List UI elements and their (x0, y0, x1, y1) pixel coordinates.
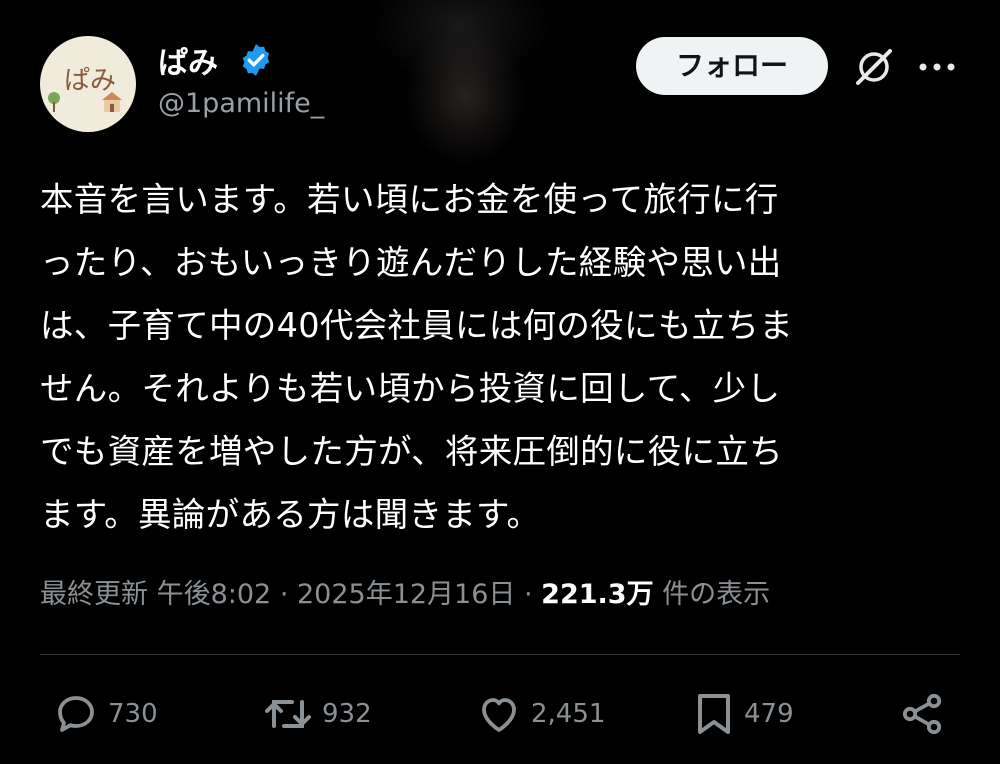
like-button[interactable]: 2,451 (475, 690, 605, 738)
repost-icon (265, 700, 311, 728)
tweet-line: は、子育て中の40代会社員には何の役にも立ちま (40, 306, 794, 345)
follow-button[interactable]: フォロー (636, 37, 828, 95)
reply-icon (58, 696, 94, 732)
divider (40, 654, 960, 655)
tweet-metadata: 最終更新 午後8:02 · 2025年12月16日 · 221.3万 件の表示 (40, 572, 770, 611)
tweet-date[interactable]: 2025年12月16日 (297, 579, 515, 610)
avatar-illustration-icon (48, 92, 122, 112)
tweet-line: ったり、おもいっきり遊んだりした経験や思い出 (40, 243, 782, 282)
verified-badge-icon (242, 44, 270, 76)
tweet-line: ます。異論がある方は聞きます。 (40, 495, 541, 534)
bookmark-button[interactable]: 479 (692, 690, 794, 738)
avatar[interactable]: ぱみ (40, 36, 136, 132)
user-handle[interactable]: @1pamilife_ (158, 88, 324, 119)
views-count[interactable]: 221.3万 (541, 579, 653, 610)
like-count: 2,451 (531, 699, 606, 729)
tweet-text: 本音を言います。若い頃にお金を使って旅行に行 ったり、おもいっきり遊んだりした経… (40, 168, 960, 546)
repost-button[interactable]: 932 (262, 690, 372, 738)
bookmark-count: 479 (744, 699, 794, 729)
display-name[interactable]: ぱみ (158, 38, 218, 82)
tweet-time[interactable]: 午後8:02 (157, 579, 272, 610)
views-suffix: 件の表示 (653, 579, 771, 610)
more-options-icon[interactable] (918, 62, 956, 72)
separator: · (515, 579, 542, 610)
heart-icon (482, 698, 516, 732)
separator: · (271, 579, 297, 610)
reply-count: 730 (108, 699, 158, 729)
share-icon (902, 693, 942, 735)
share-button[interactable] (898, 690, 946, 738)
tweet-line: 本音を言います。若い頃にお金を使って旅行に行 (40, 180, 779, 219)
reply-button[interactable]: 730 (52, 690, 158, 738)
tweet-line: せん。それよりも若い頃から投資に回して、少し (40, 369, 781, 408)
bookmark-icon (698, 694, 730, 734)
background-portrait (360, 0, 560, 190)
grok-icon[interactable] (853, 46, 895, 88)
repost-count: 932 (322, 699, 372, 729)
tweet-line: でも資産を増やした方が、将来圧倒的に役に立ち (40, 432, 783, 471)
updated-label: 最終更新 (40, 579, 148, 610)
